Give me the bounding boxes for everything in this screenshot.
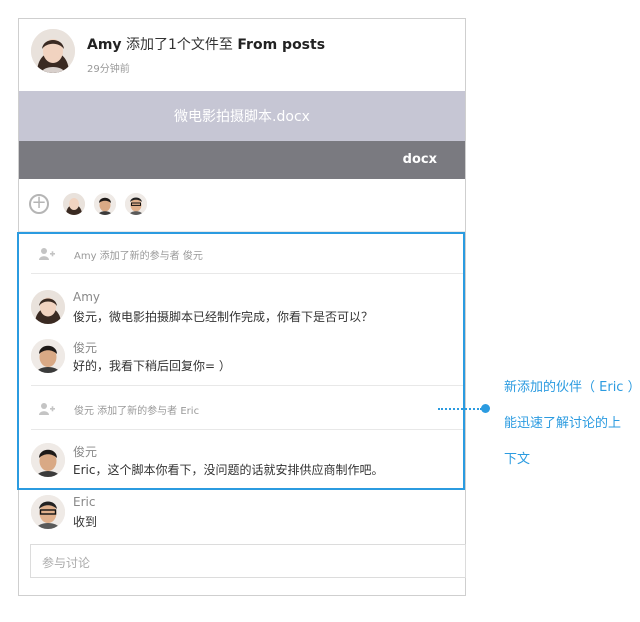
divider [31, 385, 465, 386]
system-event-text: 俊元 添加了新的参与者 Eric [74, 406, 200, 417]
amy-avatar[interactable] [31, 290, 65, 324]
comment-text: 好的，我看下稍后回复你= ） [73, 359, 231, 373]
add-participant-button[interactable]: + [29, 194, 49, 214]
activity-action: 添加了1个文件至 [126, 37, 233, 53]
comment-author[interactable]: Eric [73, 495, 95, 509]
callout-connector [438, 408, 482, 410]
file-preview[interactable]: 微电影拍摄脚本.docx [19, 91, 465, 141]
actor-name[interactable]: Amy [87, 37, 122, 53]
callout-dot [481, 404, 490, 413]
participant-avatar-eric[interactable] [125, 193, 147, 215]
comment-author[interactable]: 俊元 [73, 443, 97, 460]
participant-avatar-amy[interactable] [63, 193, 85, 215]
target-folder-link[interactable]: From posts [237, 37, 325, 53]
callout-line-3: 下文 [504, 452, 531, 467]
participants-bar: + [19, 179, 465, 229]
junyuan-avatar[interactable] [31, 443, 65, 477]
file-type-bar: docx [19, 141, 465, 179]
divider [31, 273, 465, 274]
comment-author[interactable]: Amy [73, 290, 100, 304]
comment-author[interactable]: 俊元 [73, 339, 97, 356]
divider [31, 429, 465, 430]
callout-line-2: 能迅速了解讨论的上 [504, 416, 622, 431]
comment-text: 收到 [73, 515, 98, 529]
activity-title: Amy 添加了1个文件至 From posts [87, 34, 325, 54]
activity-timestamp: 29分钟前 [87, 64, 130, 75]
amy-avatar[interactable] [31, 29, 75, 73]
reply-input[interactable]: 参与讨论 [30, 544, 466, 578]
add-user-icon [39, 401, 55, 420]
divider [19, 231, 465, 232]
add-user-icon [39, 246, 55, 265]
junyuan-avatar[interactable] [31, 339, 65, 373]
activity-header: Amy 添加了1个文件至 From posts 29分钟前 [19, 19, 465, 91]
comment-text: 俊元，微电影拍摄脚本已经制作完成，你看下是否可以？ [73, 310, 374, 324]
comment-text: Eric，这个脚本你看下，没问题的话就安排供应商制作吧。 [73, 463, 384, 477]
participant-avatar-junyuan[interactable] [94, 193, 116, 215]
system-event: Amy 添加了新的参与者 俊元 [19, 237, 465, 271]
reply-placeholder: 参与讨论 [42, 556, 91, 570]
callout-line-1: 新添加的伙伴（ Eric ） [504, 380, 640, 395]
activity-card: Amy 添加了1个文件至 From posts 29分钟前 微电影拍摄脚本.do… [18, 18, 466, 596]
eric-avatar[interactable] [31, 495, 65, 529]
file-type-label: docx [402, 152, 437, 167]
file-name: 微电影拍摄脚本.docx [174, 109, 310, 125]
system-event: 俊元 添加了新的参与者 Eric [19, 392, 465, 426]
system-event-text: Amy 添加了新的参与者 俊元 [74, 251, 203, 262]
